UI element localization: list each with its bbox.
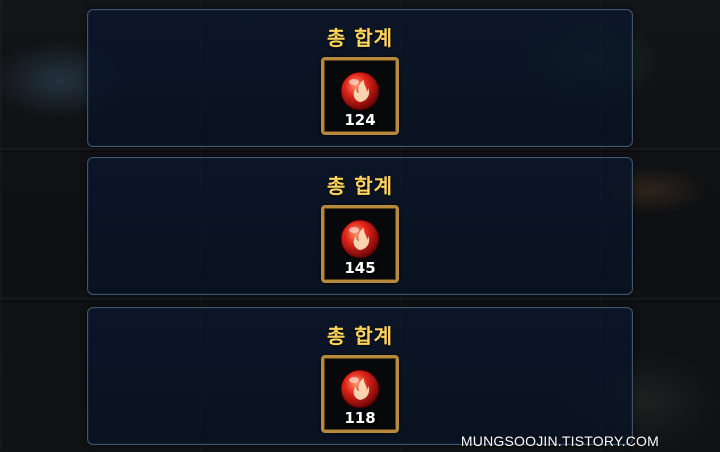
background-divider xyxy=(0,298,720,302)
panel-title: 총 합계 xyxy=(326,174,394,198)
panel-title: 총 합계 xyxy=(326,324,394,348)
reward-slot[interactable]: 145 xyxy=(321,205,399,283)
total-panel-1: 총 합계 124 xyxy=(87,9,633,147)
fire-orb-icon xyxy=(340,369,380,409)
reward-slot[interactable]: 118 xyxy=(321,355,399,433)
background-divider xyxy=(0,148,720,152)
total-panel-3: 총 합계 118 xyxy=(87,307,633,445)
total-panel-2: 총 합계 145 xyxy=(87,157,633,295)
fire-orb-icon xyxy=(340,219,380,259)
fire-orb-icon xyxy=(340,71,380,111)
watermark: MUNGSOOJIN.TISTORY.COM xyxy=(460,433,659,449)
reward-slot[interactable]: 124 xyxy=(321,57,399,135)
item-count: 118 xyxy=(344,409,376,427)
panel-title: 총 합계 xyxy=(326,26,394,50)
item-count: 145 xyxy=(344,259,376,277)
item-count: 124 xyxy=(344,111,376,129)
